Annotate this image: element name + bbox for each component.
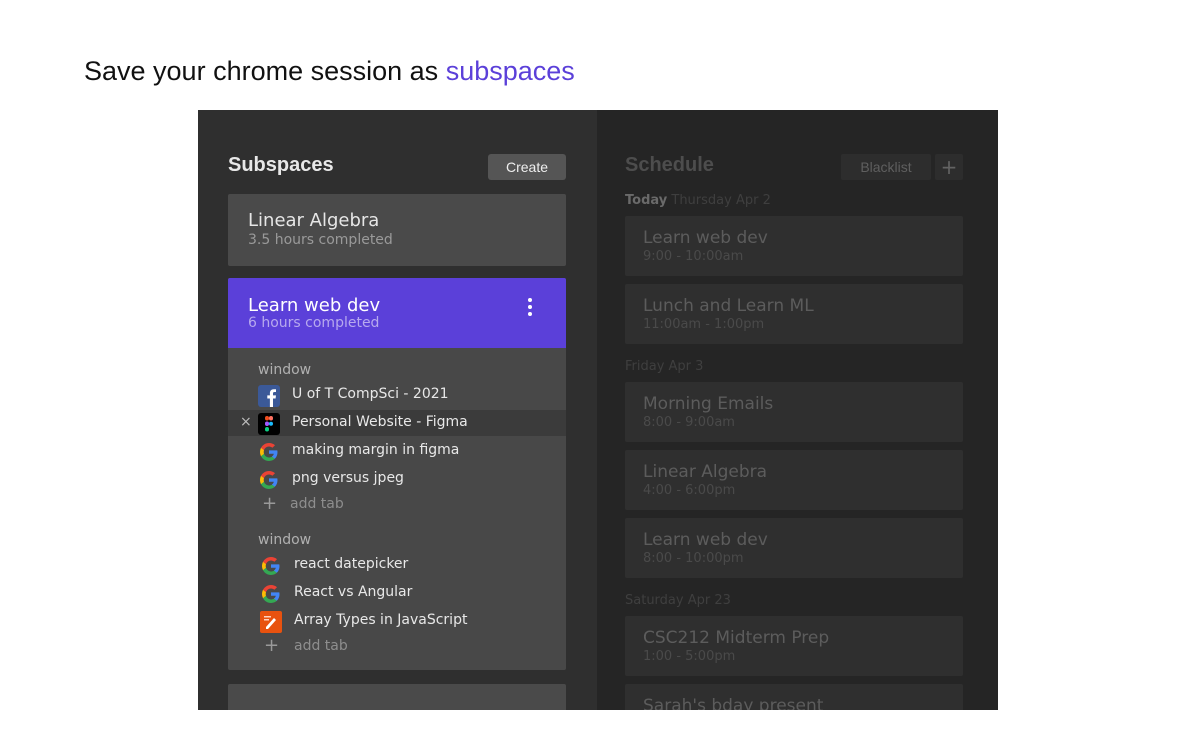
day-label: Today Thursday Apr 2 xyxy=(625,193,771,208)
event-card[interactable]: Learn web dev 9:00 - 10:00am xyxy=(625,216,963,276)
window-label: window xyxy=(258,362,312,378)
event-name: CSC212 Midterm Prep xyxy=(643,628,830,648)
blacklist-button[interactable]: Blacklist xyxy=(841,154,931,180)
event-card[interactable]: Sarah's bday present xyxy=(625,684,963,710)
google-icon xyxy=(260,443,278,461)
plus-icon: + xyxy=(262,493,278,514)
headline: Save your chrome session as subspaces xyxy=(84,56,575,87)
google-icon xyxy=(260,471,278,489)
add-tab-label: add tab xyxy=(294,638,348,654)
headline-text: Save your chrome session as xyxy=(84,56,439,86)
window-label: window xyxy=(258,532,312,548)
tab-row[interactable]: react datepicker xyxy=(228,552,566,578)
event-time: 1:00 - 5:00pm xyxy=(643,649,736,664)
add-tab-button[interactable]: + add tab xyxy=(228,494,566,516)
event-card[interactable]: Lunch and Learn ML 11:00am - 1:00pm xyxy=(625,284,963,344)
add-tab-label: add tab xyxy=(290,496,344,512)
subspaces-panel: Subspaces Create Linear Algebra 3.5 hour… xyxy=(198,110,597,710)
tab-row[interactable]: React vs Angular xyxy=(228,580,566,606)
event-name: Linear Algebra xyxy=(643,462,768,482)
add-event-button[interactable]: + xyxy=(935,154,963,180)
event-card[interactable]: CSC212 Midterm Prep 1:00 - 5:00pm xyxy=(625,616,963,676)
event-card[interactable]: Morning Emails 8:00 - 9:00am xyxy=(625,382,963,442)
event-time: 8:00 - 9:00am xyxy=(643,415,735,430)
event-name: Morning Emails xyxy=(643,394,774,414)
event-card[interactable]: Linear Algebra 4:00 - 6:00pm xyxy=(625,450,963,510)
tab-row[interactable]: U of T CompSci - 2021 xyxy=(228,382,566,408)
day-label: Friday Apr 3 xyxy=(625,359,703,374)
javascript-doc-icon xyxy=(260,611,282,633)
subspace-progress: 3.5 hours completed xyxy=(248,232,393,248)
google-icon xyxy=(262,585,280,603)
tab-row[interactable]: png versus jpeg xyxy=(228,466,566,492)
schedule-title: Schedule xyxy=(625,154,714,176)
tab-title: png versus jpeg xyxy=(292,470,404,486)
kebab-menu-icon[interactable] xyxy=(525,298,535,316)
event-time: 8:00 - 10:00pm xyxy=(643,551,744,566)
plus-icon: + xyxy=(264,635,280,656)
tab-title: U of T CompSci - 2021 xyxy=(292,386,449,402)
tab-title: React vs Angular xyxy=(294,584,413,600)
close-tab-icon[interactable]: × xyxy=(240,414,252,430)
subspace-name: Linear Algebra xyxy=(248,210,380,231)
subspace-card-learn-web-dev[interactable]: Learn web dev 6 hours completed window U… xyxy=(228,278,566,670)
subspace-progress: 6 hours completed xyxy=(248,315,380,331)
event-card[interactable]: Learn web dev 8:00 - 10:00pm xyxy=(625,518,963,578)
subspace-card[interactable] xyxy=(228,684,566,710)
subspace-card-linear-algebra[interactable]: Linear Algebra 3.5 hours completed xyxy=(228,194,566,266)
tab-row-selected[interactable]: × Personal Website - Figma xyxy=(228,410,566,436)
day-label-strong: Today xyxy=(625,193,668,208)
create-button[interactable]: Create xyxy=(488,154,566,180)
event-time: 11:00am - 1:00pm xyxy=(643,317,765,332)
headline-accent: subspaces xyxy=(445,56,575,86)
event-name: Sarah's bday present xyxy=(643,696,824,710)
subspaces-title: Subspaces xyxy=(228,154,334,176)
schedule-panel: Schedule Blacklist + Today Thursday Apr … xyxy=(597,110,998,710)
facebook-icon xyxy=(258,385,280,407)
event-name: Learn web dev xyxy=(643,530,768,550)
tab-row[interactable]: making margin in figma xyxy=(228,438,566,464)
tab-title: Array Types in JavaScript xyxy=(294,612,468,628)
day-label-date: Saturday Apr 23 xyxy=(625,593,731,608)
event-time: 4:00 - 6:00pm xyxy=(643,483,736,498)
day-label-date: Friday Apr 3 xyxy=(625,359,704,374)
add-tab-button[interactable]: + add tab xyxy=(228,636,566,658)
tab-row[interactable]: Array Types in JavaScript xyxy=(228,608,566,634)
subspace-header[interactable]: Learn web dev 6 hours completed xyxy=(228,278,566,348)
event-name: Lunch and Learn ML xyxy=(643,296,814,316)
day-label: Saturday Apr 23 xyxy=(625,593,731,608)
event-time: 9:00 - 10:00am xyxy=(643,249,744,264)
app-window: Subspaces Create Linear Algebra 3.5 hour… xyxy=(198,110,998,710)
tab-title: Personal Website - Figma xyxy=(292,414,468,430)
event-name: Learn web dev xyxy=(643,228,768,248)
google-icon xyxy=(262,557,280,575)
subspace-name: Learn web dev xyxy=(248,295,381,316)
tab-title: making margin in figma xyxy=(292,442,460,458)
figma-icon xyxy=(258,413,280,435)
tab-title: react datepicker xyxy=(294,556,409,572)
day-label-date: Thursday Apr 2 xyxy=(671,193,771,208)
